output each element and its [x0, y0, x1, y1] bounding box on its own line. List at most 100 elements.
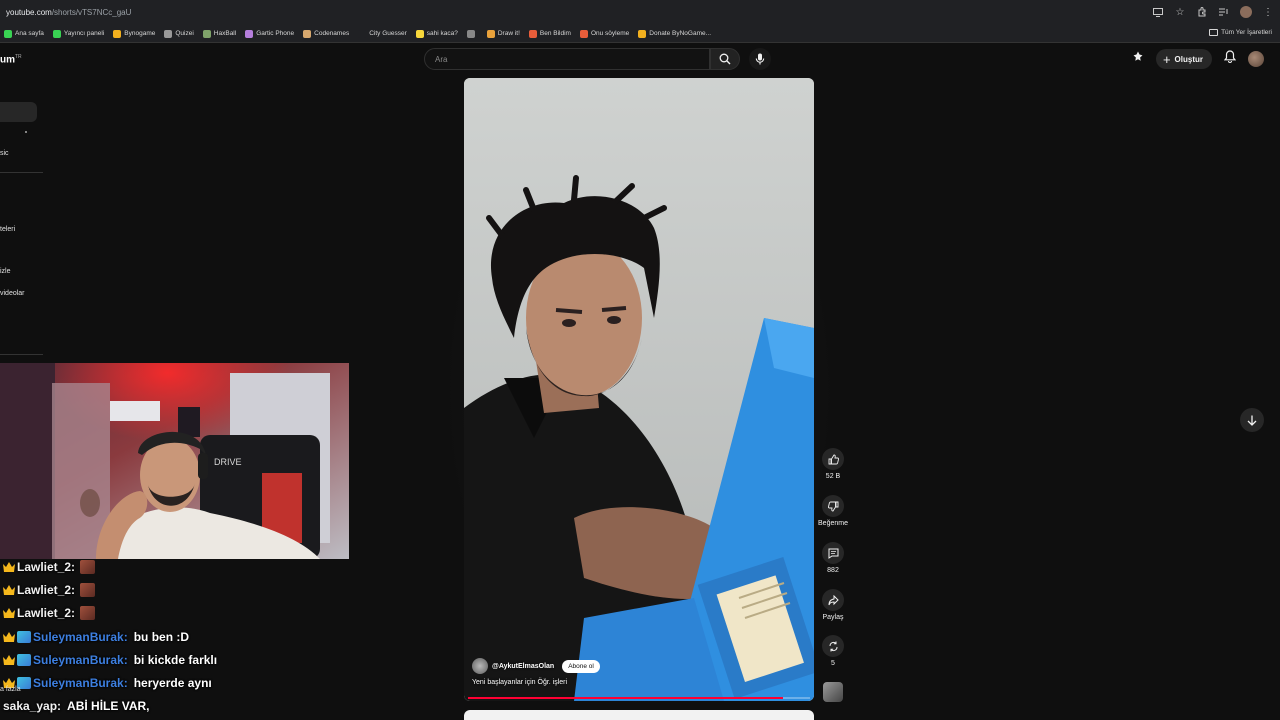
like-action[interactable]: 52 B	[818, 448, 848, 480]
shorts-sparkle-icon[interactable]	[1132, 50, 1144, 68]
chat-username: SuleymanBurak:	[33, 676, 128, 690]
bookmark-item[interactable]: Onu söyleme	[579, 29, 630, 38]
live-dot-icon	[25, 131, 27, 133]
bookmark-label: Yayıncı paneli	[63, 30, 105, 37]
bookmark-label: Bynogame	[124, 30, 156, 37]
video-title[interactable]: Yeni başlayanlar için Öğr. işleri	[472, 679, 567, 686]
bookmark-item[interactable]	[466, 29, 478, 38]
video-progress-fill	[468, 697, 783, 699]
sidebar-item[interactable]: teleri	[0, 226, 15, 233]
dislike-action[interactable]: Beğenme	[818, 495, 848, 527]
chat-message: Lawliet_2:	[3, 606, 101, 621]
streamer-webcam: DRIVE	[0, 363, 349, 559]
sidebar: sic teleri izle videolar	[0, 76, 44, 366]
bookmark-label: Quizei	[175, 30, 194, 37]
video-progress-bar[interactable]	[468, 697, 810, 699]
bookmark-label: Draw it!	[497, 30, 520, 37]
share-arrow-icon	[828, 594, 839, 605]
comments-button[interactable]	[822, 542, 844, 564]
voice-search-button[interactable]	[749, 48, 771, 70]
chat-message-text: bi kickde farklı	[133, 652, 218, 667]
bookmark-item[interactable]: City Guesser	[358, 29, 407, 38]
media-control-icon[interactable]	[1218, 6, 1230, 18]
search-button[interactable]	[710, 48, 740, 70]
channel-name[interactable]: @AykutElmasOlan	[492, 663, 554, 670]
dislike-button[interactable]	[822, 495, 844, 517]
sidebar-item[interactable]: videolar	[0, 290, 25, 297]
bookmark-item[interactable]: HaxBall	[202, 29, 236, 38]
video-frame	[464, 78, 814, 701]
chat-username: SuleymanBurak:	[33, 629, 128, 644]
youtube-logo[interactable]: umTR	[0, 54, 22, 65]
next-video-button[interactable]	[1240, 408, 1264, 432]
like-count: 52 B	[825, 473, 841, 480]
browser-address-bar[interactable]: youtube.com/shorts/vTS7NCc_gaU ☆ ⋮	[0, 0, 1280, 25]
install-app-icon[interactable]	[1152, 6, 1164, 18]
share-action[interactable]: Paylaş	[818, 589, 848, 621]
bookmark-item[interactable]: Yayıncı paneli	[52, 29, 105, 38]
remix-button[interactable]	[822, 635, 844, 657]
bookmark-item[interactable]: Ana sayfa	[4, 29, 44, 38]
chat-username: Lawliet_2:	[17, 606, 76, 621]
chat-username: saka_yap:	[3, 699, 62, 714]
bookmark-favicon-icon	[245, 29, 254, 38]
stream-chat: Lawliet_2: Lawliet_2: Lawliet_2: SuleymanBu…	[0, 558, 420, 720]
sidebar-item[interactable]: izle	[0, 268, 11, 275]
comments-action[interactable]: 882	[818, 542, 848, 574]
bookmark-label: Donate ByNoGame...	[649, 30, 712, 37]
bookmark-label: Onu söyleme	[590, 30, 630, 37]
chat-message-text: heryerde aynı	[133, 676, 212, 690]
search-input[interactable]: Ara	[424, 48, 710, 70]
channel-avatar[interactable]	[472, 658, 488, 674]
sidebar-item[interactable]: sic	[0, 150, 9, 157]
remix-count: 5	[831, 660, 835, 667]
chat-message-text: ABİ HİLE VAR,	[67, 699, 150, 714]
chat-username: Lawliet_2:	[17, 583, 76, 598]
comment-count: 882	[827, 567, 839, 574]
chat-message: Lawliet_2:	[3, 560, 101, 574]
dislike-label: Beğenme	[818, 520, 848, 527]
bookmarks-bar: Ana sayfa Yayıncı paneli Bynogame Quizei Hax…	[0, 25, 1280, 43]
create-button[interactable]: + Oluştur	[1155, 49, 1212, 69]
bookmark-item[interactable]: Draw it!	[486, 29, 520, 38]
all-bookmarks-button[interactable]: Tüm Yer İşaretleri	[1209, 29, 1272, 36]
bookmark-item[interactable]: Gartic Phone	[245, 29, 295, 38]
account-avatar[interactable]	[1248, 51, 1264, 67]
chat-message-text: bu ben :D	[133, 629, 190, 644]
bookmark-item[interactable]: sahi kaca?	[415, 29, 458, 38]
crown-badge-icon	[3, 654, 15, 665]
bookmark-favicon-icon	[579, 29, 588, 38]
sound-thumbnail[interactable]	[823, 682, 843, 702]
profile-avatar-icon[interactable]	[1240, 6, 1252, 18]
create-label: Oluştur	[1174, 54, 1203, 64]
bookmark-item[interactable]: Donate ByNoGame...	[638, 29, 712, 38]
chat-message: SuleymanBurak: bu ben :D	[3, 630, 189, 644]
remix-icon	[828, 641, 838, 651]
bookmark-favicon-icon	[4, 29, 12, 38]
bookmark-label: Ben Bildim	[539, 30, 571, 37]
extensions-icon[interactable]	[1196, 6, 1208, 18]
bookmark-favicon-icon	[358, 29, 367, 38]
bookmark-favicon-icon	[303, 29, 312, 38]
shorts-video-player[interactable]: @AykutElmasOlan Abone ol Yeni başlayanla…	[464, 78, 814, 701]
url-text[interactable]: youtube.com/shorts/vTS7NCc_gaU	[6, 8, 131, 17]
chat-message: saka_yap: ABİ HİLE VAR,	[3, 699, 150, 713]
bookmark-item[interactable]: Codenames	[303, 29, 349, 38]
sidebar-item-active[interactable]	[0, 102, 37, 122]
bookmark-item[interactable]: Bynogame	[113, 29, 156, 38]
chrome-menu-icon[interactable]: ⋮	[1262, 6, 1274, 18]
remix-action[interactable]: 5	[818, 635, 848, 667]
bookmark-label: City Guesser	[369, 30, 407, 37]
subscribe-button[interactable]: Abone ol	[562, 659, 600, 673]
bookmark-item[interactable]: Ben Bildim	[528, 29, 571, 38]
logo-text: um	[0, 54, 15, 66]
bookmark-label: Gartic Phone	[256, 30, 295, 37]
bookmark-item[interactable]: Quizei	[164, 29, 194, 38]
thumbs-down-icon	[827, 501, 838, 511]
share-button[interactable]	[822, 589, 844, 611]
like-button[interactable]	[822, 448, 844, 470]
notifications-bell-icon[interactable]	[1223, 50, 1237, 68]
star-bookmark-icon[interactable]: ☆	[1174, 6, 1186, 18]
next-short-preview[interactable]	[464, 710, 814, 720]
bookmark-label: Ana sayfa	[15, 30, 44, 37]
